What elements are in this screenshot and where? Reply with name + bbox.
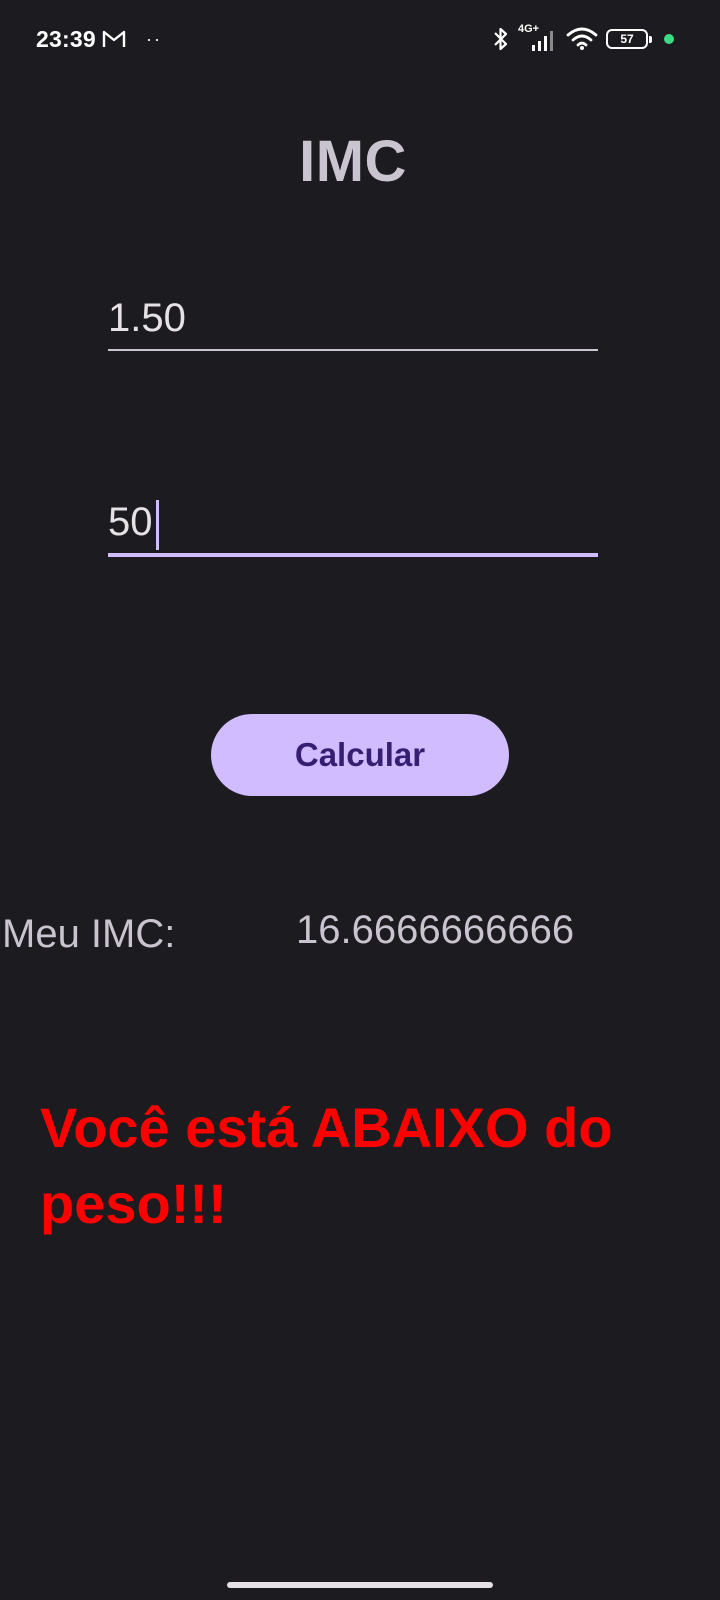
bluetooth-icon xyxy=(492,26,510,52)
gmail-icon xyxy=(102,29,126,49)
result-label: Meu IMC: xyxy=(2,912,176,956)
signal-icon: 4G+ xyxy=(518,23,558,53)
status-time: 23:39 xyxy=(36,26,96,52)
height-field[interactable] xyxy=(108,296,598,351)
height-input[interactable] xyxy=(108,296,598,349)
wifi-icon xyxy=(566,27,598,51)
calculate-button[interactable]: Calcular xyxy=(211,714,509,796)
status-icons: 4G+ 57 xyxy=(492,23,674,54)
weight-input[interactable] xyxy=(108,500,598,553)
status-bar: 23:39 ·· 4G+ 57 xyxy=(0,0,720,80)
home-indicator[interactable] xyxy=(227,1582,493,1588)
page-title: IMC xyxy=(299,129,407,194)
weight-field[interactable] xyxy=(108,500,598,557)
result-value: 16.6666666666 xyxy=(296,908,575,952)
notification-dots: ·· xyxy=(146,29,162,49)
battery-level: 57 xyxy=(620,32,634,46)
result-message: Você está ABAIXO do peso!!! xyxy=(40,1096,613,1235)
privacy-indicator-dot xyxy=(664,34,674,44)
text-cursor xyxy=(156,500,159,550)
battery-icon: 57 xyxy=(606,29,652,49)
